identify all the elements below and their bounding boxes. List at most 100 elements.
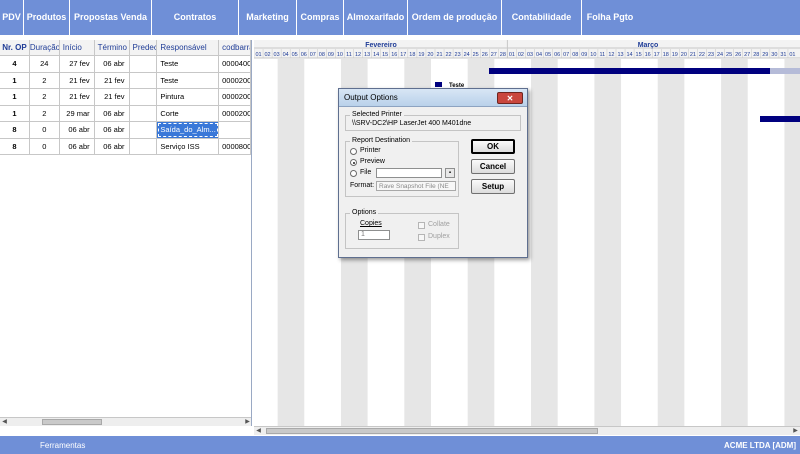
cell-inicio[interactable]: 06 abr	[60, 138, 95, 154]
table-row[interactable]: 1 2 21 fev 21 fev Teste 0000200	[0, 72, 251, 89]
cell-op[interactable]: 1	[0, 89, 30, 105]
radio-file[interactable]	[350, 170, 357, 177]
menu-marketing[interactable]: Marketing	[239, 0, 297, 35]
cell-codbarra[interactable]: 0000200	[219, 89, 251, 105]
table-row[interactable]: 8 0 06 abr 06 abr Saída_do_Alm...	[0, 122, 251, 139]
grid-horizontal-scrollbar[interactable]: ◀ ▶	[0, 417, 251, 426]
menu-ordem-de-producao[interactable]: Ordem de produção	[408, 0, 502, 35]
table-row[interactable]: 4 24 27 fev 06 abr Teste 0000400	[0, 56, 251, 73]
cell-inicio[interactable]: 06 abr	[60, 122, 95, 138]
col-header-termino[interactable]: Término	[95, 40, 130, 55]
radio-preview[interactable]	[350, 159, 357, 166]
cell-duracao[interactable]: 2	[30, 105, 60, 121]
col-header-responsavel[interactable]: Responsável	[157, 40, 220, 55]
weekend-column	[730, 59, 748, 426]
day-label: 20	[681, 52, 687, 58]
ok-button[interactable]: OK	[471, 139, 515, 154]
cell-termino[interactable]: 21 fev	[95, 89, 130, 105]
cell-termino[interactable]: 06 abr	[95, 138, 130, 154]
col-header-nr-op[interactable]: Nr. OP	[0, 40, 30, 55]
cell-duracao[interactable]: 0	[30, 138, 60, 154]
cell-codbarra[interactable]: 0000200	[219, 105, 251, 121]
cell-inicio[interactable]: 21 fev	[60, 72, 95, 88]
browse-folder-icon[interactable]: ▪	[445, 168, 455, 178]
day-label: 01	[255, 52, 261, 58]
cell-op[interactable]: 8	[0, 122, 30, 138]
duplex-checkbox[interactable]	[418, 234, 425, 241]
cell-inicio[interactable]: 21 fev	[60, 89, 95, 105]
cell-predec[interactable]	[130, 122, 158, 138]
scrollbar-thumb[interactable]	[42, 419, 102, 425]
scroll-right-icon[interactable]: ▶	[243, 418, 251, 426]
cell-duracao[interactable]: 0	[30, 122, 60, 138]
table-row[interactable]: 8 0 06 abr 06 abr Serviço ISS 0000800	[0, 138, 251, 155]
cell-op[interactable]: 1	[0, 72, 30, 88]
cell-codbarra[interactable]: 0000200	[219, 72, 251, 88]
cell-duracao[interactable]: 24	[30, 56, 60, 72]
menu-compras[interactable]: Compras	[297, 0, 344, 35]
day-label: 01	[789, 52, 795, 58]
day-label: 16	[391, 52, 397, 58]
col-header-predec[interactable]: Predec.	[130, 40, 158, 55]
scrollbar-thumb[interactable]	[266, 428, 598, 434]
cell-predec[interactable]	[130, 89, 158, 105]
day-label: 24	[717, 52, 723, 58]
gantt-bar	[489, 68, 770, 74]
collate-checkbox[interactable]	[418, 222, 425, 229]
cell-op[interactable]: 8	[0, 138, 30, 154]
menu-folha-pgto[interactable]: Folha Pgto	[582, 0, 638, 35]
cell-responsavel[interactable]: Teste	[157, 56, 220, 72]
cell-predec[interactable]	[130, 56, 158, 72]
col-header-inicio[interactable]: Início	[60, 40, 95, 55]
cell-responsavel[interactable]: Teste	[157, 72, 220, 88]
day-label: 09	[328, 52, 334, 58]
day-label: 23	[708, 52, 714, 58]
cell-codbarra[interactable]	[219, 122, 251, 138]
cell-termino[interactable]: 06 abr	[95, 56, 130, 72]
cell-responsavel[interactable]: Serviço ISS	[157, 138, 220, 154]
cell-duracao[interactable]: 2	[30, 72, 60, 88]
cell-op[interactable]: 1	[0, 105, 30, 121]
menu-almoxarifado[interactable]: Almoxarifado	[344, 0, 408, 35]
menu-contabilidade[interactable]: Contabilidade	[502, 0, 582, 35]
cell-responsavel-selected[interactable]: Saída_do_Alm...	[157, 122, 220, 138]
day-label: 22	[445, 52, 451, 58]
cell-codbarra[interactable]: 0000800	[219, 138, 251, 154]
radio-preview-label[interactable]: Preview	[360, 158, 385, 165]
radio-printer-label[interactable]: Printer	[360, 147, 381, 154]
cell-duracao[interactable]: 2	[30, 89, 60, 105]
cell-predec[interactable]	[130, 138, 158, 154]
cell-predec[interactable]	[130, 72, 158, 88]
radio-file-label[interactable]: File	[360, 169, 371, 176]
col-header-duracao[interactable]: Duração	[30, 40, 60, 55]
file-path-input[interactable]	[376, 168, 442, 178]
cell-inicio[interactable]: 29 mar	[60, 105, 95, 121]
copies-input[interactable]: 1	[358, 230, 390, 240]
radio-printer[interactable]	[350, 148, 357, 155]
scroll-right-icon[interactable]: ▶	[791, 427, 800, 435]
gantt-horizontal-scrollbar[interactable]: ◀ ▶	[254, 426, 800, 435]
cell-termino[interactable]: 06 abr	[95, 105, 130, 121]
cell-inicio[interactable]: 27 fev	[60, 56, 95, 72]
menu-pdv[interactable]: PDV	[0, 0, 24, 35]
menu-contratos[interactable]: Contratos	[152, 0, 239, 35]
scroll-left-icon[interactable]: ◀	[0, 418, 9, 426]
setup-button[interactable]: Setup	[471, 179, 515, 194]
cell-termino[interactable]: 21 fev	[95, 72, 130, 88]
cell-termino[interactable]: 06 abr	[95, 122, 130, 138]
cell-responsavel[interactable]: Pintura	[157, 89, 220, 105]
format-select[interactable]: Rave Snapshot File (NE	[376, 181, 456, 191]
menu-produtos[interactable]: Produtos	[24, 0, 70, 35]
menu-propostas-venda[interactable]: Propostas Venda	[70, 0, 152, 35]
cancel-button[interactable]: Cancel	[471, 159, 515, 174]
table-row[interactable]: 1 2 29 mar 06 abr Corte 0000200	[0, 105, 251, 122]
scroll-left-icon[interactable]: ◀	[254, 427, 263, 435]
cell-op[interactable]: 4	[0, 56, 30, 72]
cell-predec[interactable]	[130, 105, 158, 121]
col-header-codbarra[interactable]: codbarra	[219, 40, 251, 55]
close-icon[interactable]: ✕	[497, 92, 523, 104]
cell-codbarra[interactable]: 0000400	[219, 56, 251, 72]
cell-responsavel[interactable]: Corte	[157, 105, 220, 121]
table-row[interactable]: 1 2 21 fev 21 fev Pintura 0000200	[0, 89, 251, 106]
tools-link[interactable]: Ferramentas	[40, 441, 85, 450]
